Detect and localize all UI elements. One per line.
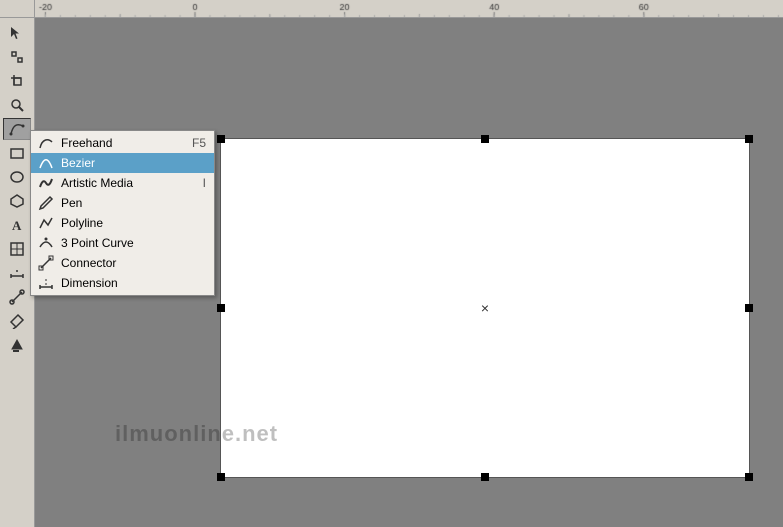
- handle-bl[interactable]: [217, 473, 225, 481]
- menu-item-artistic-media[interactable]: Artistic Media I: [31, 173, 214, 193]
- menu-item-connector[interactable]: Connector: [31, 253, 214, 273]
- menu-item-freehand[interactable]: Freehand F5: [31, 133, 214, 153]
- menu-item-3point-curve[interactable]: 3 Point Curve: [31, 233, 214, 253]
- polyline-label: Polyline: [61, 216, 103, 230]
- freehand-icon: [37, 134, 55, 152]
- dimension-label: Dimension: [61, 276, 118, 290]
- freehand-label: Freehand: [61, 136, 112, 150]
- text-tool[interactable]: A: [3, 214, 31, 236]
- center-cross: ×: [481, 300, 489, 316]
- handle-tm[interactable]: [481, 135, 489, 143]
- freehand-tool[interactable]: [3, 118, 31, 140]
- node-edit-tool[interactable]: [3, 46, 31, 68]
- handle-tl[interactable]: [217, 135, 225, 143]
- pen-icon: [37, 194, 55, 212]
- 3point-curve-icon: [37, 234, 55, 252]
- bezier-label: Bezier: [61, 156, 95, 170]
- polygon-tool[interactable]: [3, 190, 31, 212]
- rectangle-tool[interactable]: [3, 142, 31, 164]
- table-tool[interactable]: [3, 238, 31, 260]
- menu-item-bezier[interactable]: Bezier: [31, 153, 214, 173]
- artistic-media-icon: [37, 174, 55, 192]
- handle-ml[interactable]: [217, 304, 225, 312]
- artistic-media-label: Artistic Media: [61, 176, 133, 190]
- 3point-curve-label: 3 Point Curve: [61, 236, 134, 250]
- menu-item-polyline[interactable]: Polyline: [31, 213, 214, 233]
- zoom-tool[interactable]: [3, 94, 31, 116]
- handle-br[interactable]: [745, 473, 753, 481]
- fill-tool[interactable]: [3, 334, 31, 356]
- page: ×: [220, 138, 750, 478]
- ruler-corner: [0, 0, 35, 18]
- handle-tr[interactable]: [745, 135, 753, 143]
- connector-menu-icon: [37, 254, 55, 272]
- connector-label: Connector: [61, 256, 116, 270]
- dropper-tool[interactable]: [3, 310, 31, 332]
- ellipse-tool[interactable]: [3, 166, 31, 188]
- dimension-menu-icon: [37, 274, 55, 292]
- crop-tool[interactable]: [3, 70, 31, 92]
- menu-item-pen[interactable]: Pen: [31, 193, 214, 213]
- bezier-icon: [37, 154, 55, 172]
- svg-text:A: A: [12, 218, 22, 233]
- handle-mr[interactable]: [745, 304, 753, 312]
- polyline-icon: [37, 214, 55, 232]
- menu-item-dimension[interactable]: Dimension: [31, 273, 214, 293]
- select-tool[interactable]: [3, 22, 31, 44]
- artistic-media-shortcut: I: [203, 176, 206, 190]
- connector-tool[interactable]: [3, 286, 31, 308]
- pen-label: Pen: [61, 196, 82, 210]
- handle-bm[interactable]: [481, 473, 489, 481]
- ruler-top: [35, 0, 783, 18]
- freehand-shortcut: F5: [192, 136, 206, 150]
- context-menu: Freehand F5 Bezier Artistic Media I Pen …: [30, 130, 215, 296]
- dimension-tool[interactable]: [3, 262, 31, 284]
